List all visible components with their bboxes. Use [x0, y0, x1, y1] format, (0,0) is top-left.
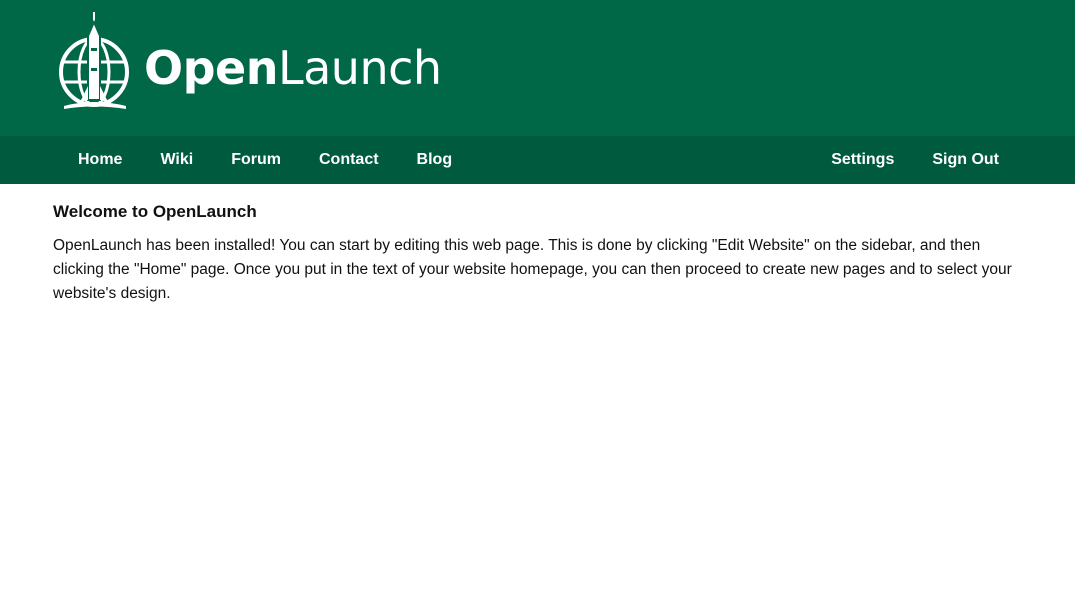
site-logo[interactable]: OpenLaunch: [56, 10, 442, 114]
main-navbar: Home Wiki Forum Contact Blog Settings Si…: [0, 136, 1075, 184]
brand-name: OpenLaunch: [144, 41, 442, 95]
page-title: Welcome to OpenLaunch: [53, 202, 257, 221]
brand-name-launch: Launch: [277, 41, 442, 95]
nav-link-sign-out[interactable]: Sign Out: [913, 136, 1018, 184]
nav-link-contact[interactable]: Contact: [300, 136, 398, 184]
brand-name-open: Open: [144, 41, 278, 95]
nav-link-home[interactable]: Home: [59, 136, 141, 184]
welcome-text: OpenLaunch has been installed! You can s…: [53, 237, 1012, 302]
globe-rocket-icon: [59, 12, 129, 109]
nav-link-forum[interactable]: Forum: [212, 136, 300, 184]
nav-link-wiki[interactable]: Wiki: [141, 136, 212, 184]
site-header: OpenLaunch: [0, 0, 1075, 136]
main-content: Welcome to OpenLaunch OpenLaunch has bee…: [0, 184, 1075, 306]
nav-link-settings[interactable]: Settings: [812, 136, 913, 184]
nav-link-blog[interactable]: Blog: [398, 136, 472, 184]
nav-right-group: Settings Sign Out: [812, 136, 1075, 184]
nav-left-group: Home Wiki Forum Contact Blog: [0, 136, 471, 184]
